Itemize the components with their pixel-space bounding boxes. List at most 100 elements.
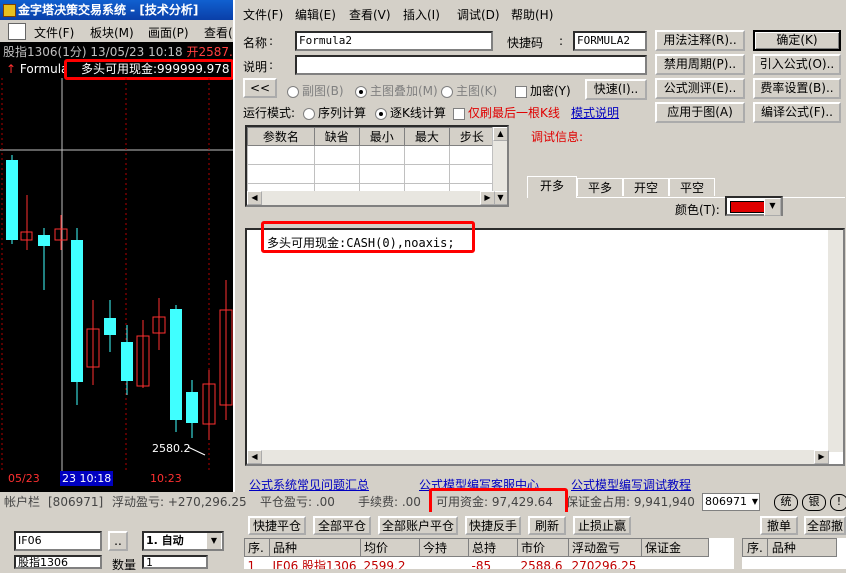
import-formula-button[interactable]: 引入公式(O).. — [753, 54, 841, 75]
menu-view-pane[interactable]: 画面(P) — [148, 24, 189, 41]
shortcut-label: 快捷码 — [507, 36, 544, 50]
col-avg-price: 均价 — [360, 538, 420, 557]
col-today-hold: 今持 — [419, 538, 469, 557]
param-col-min: 最小 — [358, 127, 405, 146]
account-bar-title: 帐户栏 — [4, 495, 41, 509]
code-editor[interactable]: 多头可用现金:CASH(0),noaxis; ◀ ▶ — [245, 228, 845, 466]
encrypt-checkbox[interactable]: 加密(Y) — [515, 82, 571, 99]
tutorial-link[interactable]: 公式模型编写调试教程 — [571, 476, 691, 493]
tab-close-long[interactable]: 平多 — [577, 178, 623, 196]
evaluate-formula-button[interactable]: 公式测评(E).. — [655, 78, 745, 99]
margin-used: 保证金占用: 9,941,940 — [566, 495, 695, 509]
editor-vertical-scrollbar[interactable] — [828, 230, 843, 452]
candle — [71, 240, 83, 382]
float-pnl: 浮动盈亏: +270,296.25 — [112, 495, 247, 509]
cancel-all-button[interactable]: 全部撤 — [804, 516, 846, 535]
scroll-right-icon[interactable]: ▶ — [814, 450, 829, 464]
tab-open-short[interactable]: 开空 — [623, 178, 669, 196]
order-mode-select[interactable]: 1. 自动 ▼ — [142, 531, 224, 551]
disable-period-button[interactable]: 禁用周期(P).. — [655, 54, 745, 75]
close-all-accounts-button[interactable]: 全部账户平仓 — [378, 516, 458, 535]
alert-button[interactable]: ! — [830, 494, 846, 511]
bank-button[interactable]: 银 — [802, 494, 826, 511]
series-mode-radio[interactable]: 序列计算 — [303, 104, 366, 121]
editor-horizontal-scrollbar[interactable]: ◀ ▶ — [247, 450, 829, 464]
shortcut-input[interactable]: FORMULA2 — [573, 31, 647, 51]
cancel-order-button[interactable]: 撤单 — [760, 516, 798, 535]
menu-view[interactable]: 查看( — [204, 24, 233, 41]
faq-link[interactable]: 公式系统常见问题汇总 — [249, 476, 369, 493]
candle — [104, 318, 116, 335]
dropdown-arrow-icon[interactable]: ▼ — [764, 198, 781, 216]
apply-to-chart-button[interactable]: 应用于图(A) — [655, 102, 745, 123]
scroll-down-icon[interactable]: ▼ — [493, 191, 507, 205]
quick-reverse-button[interactable]: 快捷反手 — [465, 516, 521, 535]
price-pointer — [187, 446, 206, 456]
dlg-menu-help[interactable]: 帮助(H) — [511, 6, 553, 23]
document-icon[interactable] — [8, 23, 26, 40]
symbol-input[interactable]: IF06 — [14, 531, 102, 551]
chart-open-price: 开2587.0 — [186, 45, 241, 59]
account-select[interactable]: 806971 ▼ — [702, 493, 760, 511]
description-input[interactable] — [295, 55, 647, 75]
param-horizontal-scrollbar[interactable]: ◀ ▶ — [247, 191, 495, 205]
orders-table[interactable]: 序. 品种 — [742, 538, 846, 569]
last-bar-only-checkbox[interactable]: 仅刷最后一根K线 — [453, 104, 560, 121]
indicator-value: 多头可用现金:999999.978 — [81, 62, 230, 76]
collapse-button[interactable]: << — [243, 78, 277, 98]
speed-button[interactable]: 快速(I).. — [585, 79, 647, 100]
chart-window: 金字塔决策交易系统 - [技术分析] 文件(F) 板块(M) 画面(P) 查看(… — [0, 0, 240, 492]
candlestick-chart[interactable]: 2580.2 — [0, 78, 240, 492]
color-swatch — [730, 201, 766, 213]
dlg-menu-debug[interactable]: 调试(D) — [457, 6, 500, 23]
candle — [6, 160, 18, 240]
stop-loss-profit-button[interactable]: 止损止赢 — [573, 516, 631, 535]
close-all-button[interactable]: 全部平仓 — [313, 516, 371, 535]
dropdown-arrow-icon: ▼ — [751, 497, 758, 506]
compile-formula-button[interactable]: 编译公式(F).. — [753, 102, 841, 123]
scroll-left-icon[interactable]: ◀ — [247, 450, 262, 464]
main-title: 金字塔决策交易系统 - [技术分析] — [18, 3, 199, 17]
col-total-hold: 总持 — [468, 538, 518, 557]
per-bar-mode-radio[interactable]: 逐K线计算 — [375, 104, 446, 121]
param-col-step: 步长 — [448, 127, 496, 146]
col-seq: 序. — [244, 538, 270, 557]
tab-open-long[interactable]: 开多 — [527, 176, 577, 198]
desc-label: 说明 — [243, 60, 268, 74]
positions-table[interactable]: 序. 品种 均价 今持 总持 市价 浮动盈亏 保证金 1 IF06 股指1306… — [244, 538, 734, 569]
sub-chart-option[interactable]: 副图(B) — [287, 82, 344, 99]
symbol-browse-button[interactable]: .. — [108, 531, 128, 551]
usage-notes-button[interactable]: 用法注释(R).. — [655, 30, 745, 51]
date-tick: 10:23 — [150, 472, 182, 485]
dlg-menu-file[interactable]: 文件(F) — [243, 6, 283, 23]
scroll-right-icon[interactable]: ▶ — [480, 191, 495, 205]
scroll-left-icon[interactable]: ◀ — [247, 191, 262, 205]
scroll-up-icon[interactable]: ▲ — [493, 127, 507, 141]
dlg-menu-view[interactable]: 查看(V) — [349, 6, 391, 23]
color-picker[interactable]: ▼ — [725, 196, 783, 216]
menu-block[interactable]: 板块(M) — [90, 24, 134, 41]
name-input[interactable]: Formula2 — [295, 31, 493, 51]
dlg-menu-insert[interactable]: 插入(I) — [403, 6, 440, 23]
param-col-name: 参数名 — [247, 127, 315, 146]
candle — [186, 392, 198, 423]
quick-close-button[interactable]: 快捷平仓 — [248, 516, 306, 535]
fee: 手续费: .00 — [358, 495, 421, 509]
main-title-bar: 金字塔决策交易系统 - [技术分析] — [0, 0, 240, 20]
parameter-table[interactable]: 参数名 缺省 最小 最大 步长 ▲ ▼ ◀ ▶ — [245, 125, 509, 207]
menu-file[interactable]: 文件(F) — [34, 24, 74, 41]
candle — [121, 342, 133, 381]
candle — [170, 309, 182, 420]
refresh-button[interactable]: 刷新 — [528, 516, 566, 535]
dlg-menu-edit[interactable]: 编辑(E) — [295, 6, 336, 23]
table-row[interactable]: 1 IF06 股指1306 2599.2 -85 2588.6 270296.2… — [245, 557, 709, 570]
stats-button[interactable]: 统 — [774, 494, 798, 511]
main-overlay-option[interactable]: 主图叠加(M) — [355, 82, 438, 99]
mode-help-link[interactable]: 模式说明 — [571, 104, 619, 121]
tab-close-short[interactable]: 平空 — [669, 178, 715, 196]
main-chart-option[interactable]: 主图(K) — [441, 82, 497, 99]
chart-period: (1分) — [57, 45, 87, 59]
fee-settings-button[interactable]: 费率设置(B).. — [753, 78, 841, 99]
ok-button[interactable]: 确定(K) — [753, 30, 841, 51]
quantity-input[interactable]: 1 — [142, 555, 208, 569]
